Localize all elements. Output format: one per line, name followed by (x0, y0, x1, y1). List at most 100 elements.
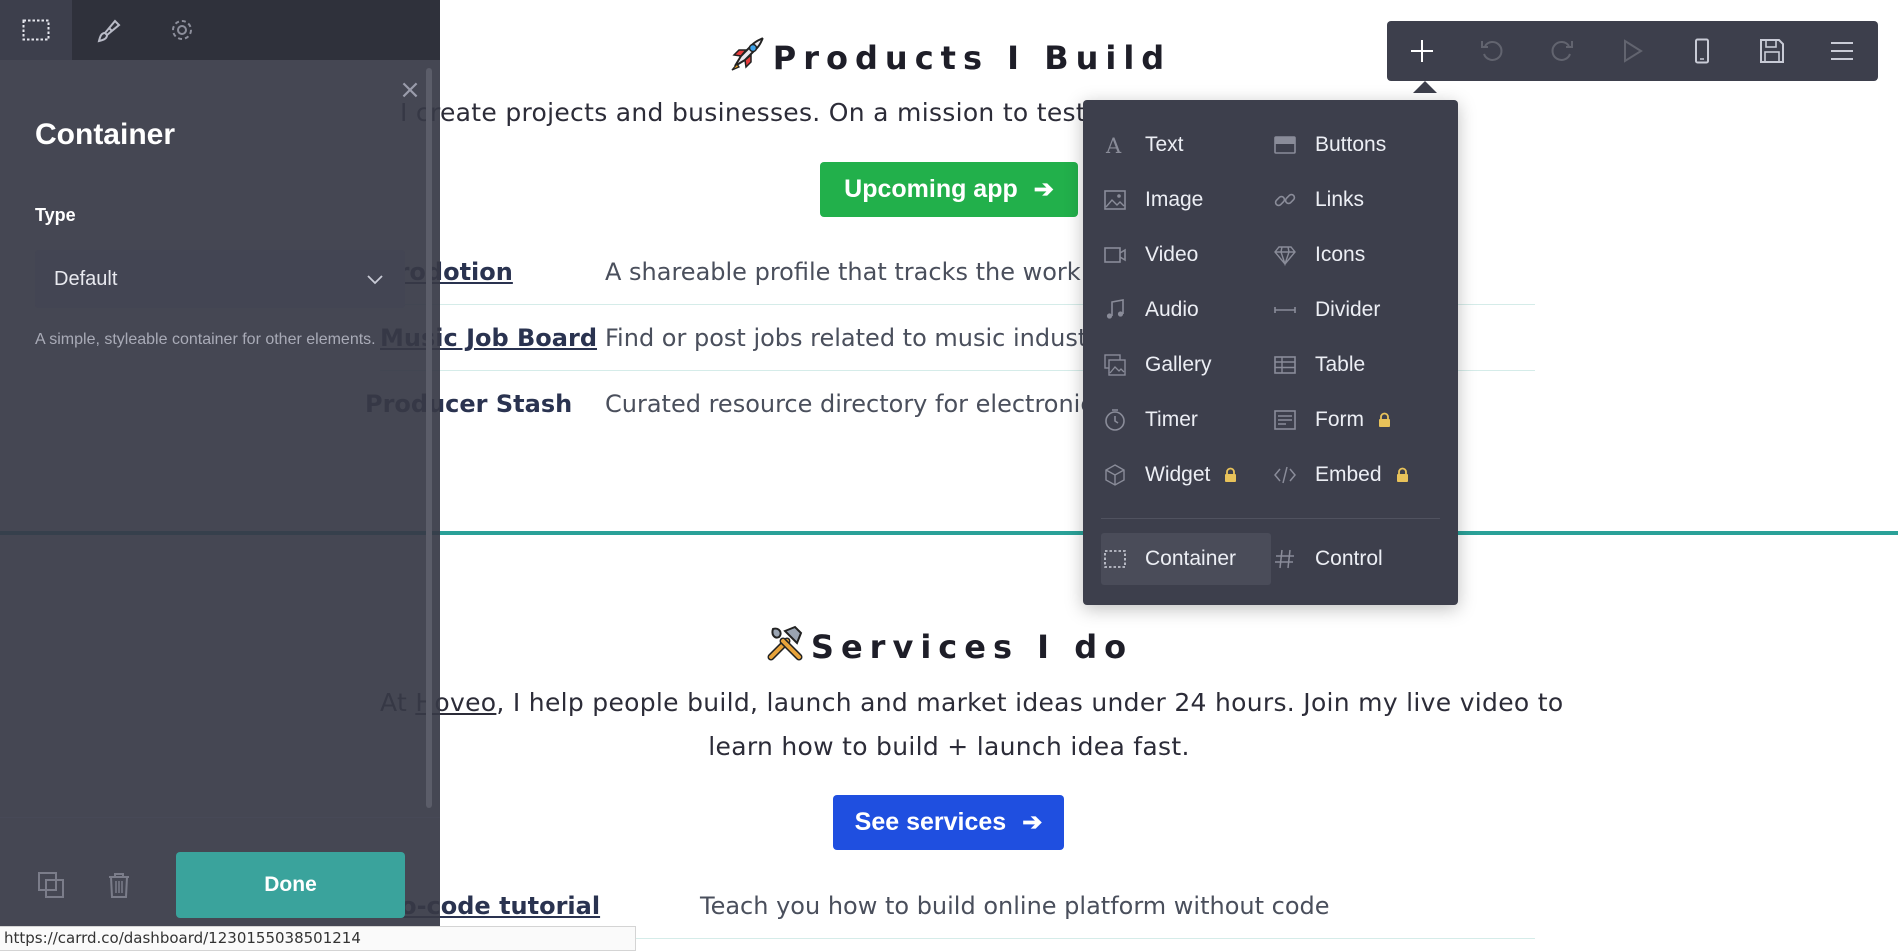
menu-item-widget[interactable]: Widget (1083, 449, 1253, 501)
links-icon (1271, 186, 1299, 214)
add-element-menu: A Text Buttons Image Links Video Icons Audio Div… (1083, 100, 1458, 605)
trash-icon (109, 873, 129, 898)
menu-item-label: Links (1315, 188, 1365, 211)
container-tab[interactable] (0, 0, 72, 60)
music-note-icon (1101, 296, 1129, 324)
type-help-text: A simple, styleable container for other … (35, 331, 376, 348)
undo-icon (1481, 41, 1503, 61)
toolbar-caret (1413, 81, 1437, 93)
arrow-right-icon: ➔ (1033, 176, 1054, 203)
add-element-button[interactable] (1387, 21, 1457, 81)
upcoming-app-label: Upcoming app (844, 175, 1018, 203)
menu-item-label: Table (1315, 353, 1366, 376)
menu-item-label: Control (1315, 547, 1383, 570)
see-services-label: See services (854, 808, 1007, 836)
menu-item-label: Gallery (1145, 353, 1212, 376)
menu-separator (1101, 518, 1440, 519)
diamond-icon (1271, 241, 1299, 269)
menu-item-audio[interactable]: Audio (1083, 284, 1253, 336)
menu-item-divider[interactable]: Divider (1253, 284, 1423, 336)
dashed-square-icon (1101, 545, 1129, 573)
chevron-down-icon (367, 275, 383, 285)
menu-item-label: Video (1145, 243, 1199, 266)
services-intro-line1: At Hoveo, I help people build, launch an… (380, 688, 1563, 717)
lock-icon (1378, 412, 1391, 428)
menu-item-gallery[interactable]: Gallery (1083, 339, 1253, 391)
redo-icon (1551, 41, 1573, 61)
mobile-icon (1695, 38, 1709, 64)
text-icon: A (1101, 131, 1129, 159)
see-services-button[interactable]: See services ➔ (833, 795, 1064, 850)
table-icon (1271, 351, 1299, 379)
duplicate-button[interactable] (36, 870, 66, 900)
status-url: https://carrd.co/dashboard/1230155038501… (0, 926, 636, 951)
play-icon (1624, 39, 1643, 63)
menu-item-label: Icons (1315, 243, 1366, 266)
menu-item-links[interactable]: Links (1253, 174, 1423, 226)
duplicate-icon (38, 872, 64, 898)
menu-item-icons[interactable]: Icons (1253, 229, 1423, 281)
menu-item-table[interactable]: Table (1253, 339, 1423, 391)
video-icon (1101, 241, 1129, 269)
menu-item-label: Buttons (1315, 133, 1387, 156)
menu-item-label: Image (1145, 188, 1204, 211)
menu-item-timer[interactable]: Timer (1083, 394, 1253, 446)
menu-item-buttons[interactable]: Buttons (1253, 119, 1423, 171)
rocket-icon (727, 34, 767, 82)
type-select[interactable]: Default (35, 250, 405, 308)
menu-item-form[interactable]: Form (1253, 394, 1423, 446)
style-tab[interactable] (73, 0, 145, 60)
brush-icon (97, 19, 121, 43)
lock-icon (1224, 467, 1237, 483)
menu-item-label: Embed (1315, 463, 1382, 486)
upcoming-app-button[interactable]: Upcoming app ➔ (820, 162, 1078, 217)
gear-icon (172, 20, 192, 40)
panel-footer-divider (0, 817, 440, 818)
menu-item-label: Form (1315, 408, 1364, 431)
mobile-view-button[interactable] (1667, 21, 1737, 81)
menu-item-control[interactable]: Control (1271, 533, 1421, 585)
menu-item-label: Divider (1315, 298, 1381, 321)
gallery-icon (1101, 351, 1129, 379)
panel-scrollbar[interactable] (426, 68, 432, 808)
menu-item-text[interactable]: A Text (1083, 119, 1253, 171)
menu-item-label: Text (1145, 133, 1184, 156)
tools-icon (765, 623, 805, 671)
element-panel: × Container Type Default A simple, style… (0, 0, 440, 951)
menu-item-container[interactable]: Container (1101, 533, 1271, 585)
dashed-square-icon (22, 19, 50, 41)
svg-text:A: A (1105, 134, 1122, 157)
divider-icon (1271, 296, 1299, 324)
form-icon (1271, 406, 1299, 434)
buttons-icon (1271, 131, 1299, 159)
type-label: Type (35, 205, 76, 225)
panel-title: Container (35, 118, 176, 151)
menu-icon (1831, 42, 1853, 60)
lock-icon (1396, 467, 1409, 483)
save-icon (1760, 39, 1784, 63)
delete-button[interactable] (104, 870, 134, 900)
arrow-right-icon: ➔ (1022, 809, 1043, 836)
service-desc-1: Teach you how to build online platform w… (700, 892, 1330, 920)
redo-button[interactable] (1527, 21, 1597, 81)
menu-item-embed[interactable]: Embed (1253, 449, 1423, 501)
cube-icon (1101, 461, 1129, 489)
menu-item-video[interactable]: Video (1083, 229, 1253, 281)
image-icon (1101, 186, 1129, 214)
save-button[interactable] (1737, 21, 1807, 81)
menu-item-label: Container (1145, 547, 1237, 570)
clock-icon (1101, 406, 1129, 434)
undo-button[interactable] (1457, 21, 1527, 81)
menu-item-label: Widget (1145, 463, 1211, 486)
products-title: Products I Build (772, 39, 1172, 77)
settings-tab[interactable] (146, 0, 218, 60)
services-intro-text: At Hoveo, I help people build, launch an… (380, 688, 1564, 717)
editor-toolbar (1387, 21, 1878, 81)
menu-item-image[interactable]: Image (1083, 174, 1253, 226)
menu-button[interactable] (1807, 21, 1877, 81)
hash-icon (1271, 545, 1299, 573)
close-icon[interactable]: × (396, 76, 424, 104)
preview-button[interactable] (1597, 21, 1667, 81)
menu-item-label: Timer (1145, 408, 1198, 431)
done-button[interactable]: Done (176, 852, 405, 918)
